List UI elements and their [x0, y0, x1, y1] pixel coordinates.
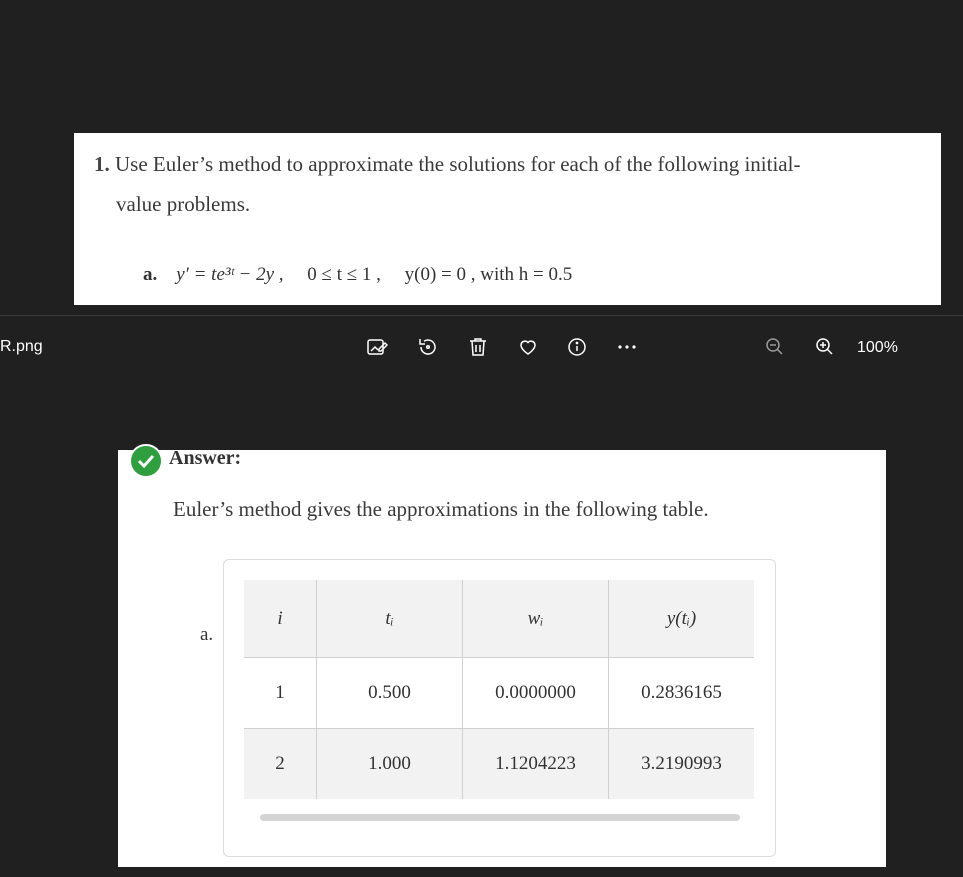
question-text-line2: value problems. [116, 192, 251, 216]
table-header-y: y(tᵢ) [608, 580, 754, 658]
table-cell: 1 [244, 657, 317, 729]
table-row: 1 0.500 0.0000000 0.2836165 [244, 657, 754, 729]
filename: R.png [0, 338, 43, 355]
question-text: Use Euler’s method to approximate the so… [115, 152, 801, 176]
results-table-container: i tᵢ wᵢ y(tᵢ) 1 0.500 0.0000000 0.283616… [223, 559, 776, 857]
table-header-i: i [244, 580, 317, 658]
edit-image-icon[interactable] [366, 336, 388, 358]
delete-icon[interactable] [467, 336, 489, 358]
check-icon [129, 444, 163, 478]
results-table: i tᵢ wᵢ y(tᵢ) 1 0.500 0.0000000 0.283616… [244, 580, 754, 799]
answer-intro: Euler’s method gives the approximations … [173, 497, 709, 521]
favorite-icon[interactable] [517, 336, 539, 358]
equation: y′ = te³ᵗ − 2y , [176, 264, 284, 285]
table-cell: 0.2836165 [608, 657, 754, 729]
table-cell: 1.000 [316, 728, 463, 799]
question-part-a: a. y′ = te³ᵗ − 2y , 0 ≤ t ≤ 1 , y(0) = 0… [143, 264, 572, 286]
table-cell: 3.2190993 [608, 728, 754, 799]
zoom-out-icon[interactable] [763, 336, 785, 358]
table-cell: 0.500 [316, 657, 463, 729]
answer-card: Answer: Euler’s method gives the approxi… [118, 447, 886, 867]
table-header-w: wᵢ [462, 580, 609, 658]
info-icon[interactable] [566, 336, 588, 358]
question-part-label: a. [143, 264, 158, 285]
initial-condition: y(0) = 0 , with h = 0.5 [404, 264, 573, 285]
question-number: 1. [94, 152, 110, 176]
more-icon[interactable] [616, 336, 638, 358]
answer-part-label: a. [200, 624, 214, 645]
question-text-line1: 1. Use Euler’s method to approximate the… [94, 152, 800, 177]
zoom-in-icon[interactable] [813, 336, 835, 358]
zoom-level[interactable]: 100% [857, 339, 898, 357]
viewer-toolbar: R.png 100% [0, 315, 963, 380]
domain: 0 ≤ t ≤ 1 , [307, 264, 381, 285]
rotate-icon[interactable] [417, 336, 439, 358]
table-header-t: tᵢ [316, 580, 463, 658]
answer-label: Answer: [169, 447, 242, 469]
table-cell: 2 [244, 728, 317, 799]
horizontal-scrollbar[interactable] [260, 814, 740, 821]
table-row: 2 1.000 1.1204223 3.2190993 [244, 728, 754, 799]
table-cell: 0.0000000 [462, 657, 609, 729]
question-card: 1. Use Euler’s method to approximate the… [74, 133, 941, 305]
table-cell: 1.1204223 [462, 728, 609, 799]
